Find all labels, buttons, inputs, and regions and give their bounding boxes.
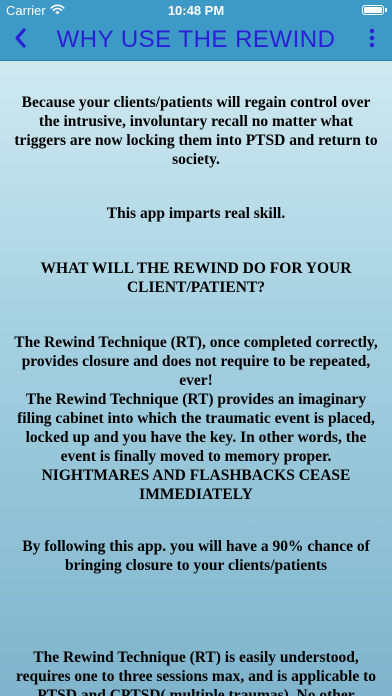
chance-paragraph: By following this app. you will have a 9… (22, 538, 370, 574)
status-time: 10:48 PM (167, 3, 225, 18)
chevron-left-icon (13, 27, 27, 54)
vertical-ellipsis-icon (369, 27, 375, 54)
battery-icon (362, 5, 384, 15)
more-options-button[interactable] (362, 26, 382, 54)
content-scroll[interactable]: Because your clients/patients will regai… (0, 61, 392, 696)
page-title: WHY USE THE REWIND (56, 26, 336, 53)
intro-paragraph: Because your clients/patients will regai… (14, 94, 378, 168)
status-bar: Carrier 10:48 PM (0, 0, 392, 20)
rewind-description: The Rewind Technique (RT), once complete… (14, 334, 378, 503)
understood-paragraph: The Rewind Technique (RT) is easily unde… (16, 649, 376, 696)
skill-paragraph: This app imparts real skill. (106, 205, 286, 222)
back-button[interactable] (8, 26, 32, 54)
question-heading: WHAT WILL THE REWIND DO FOR YOUR CLIENT/… (40, 260, 352, 296)
nav-bar: WHY USE THE REWIND (0, 20, 392, 61)
